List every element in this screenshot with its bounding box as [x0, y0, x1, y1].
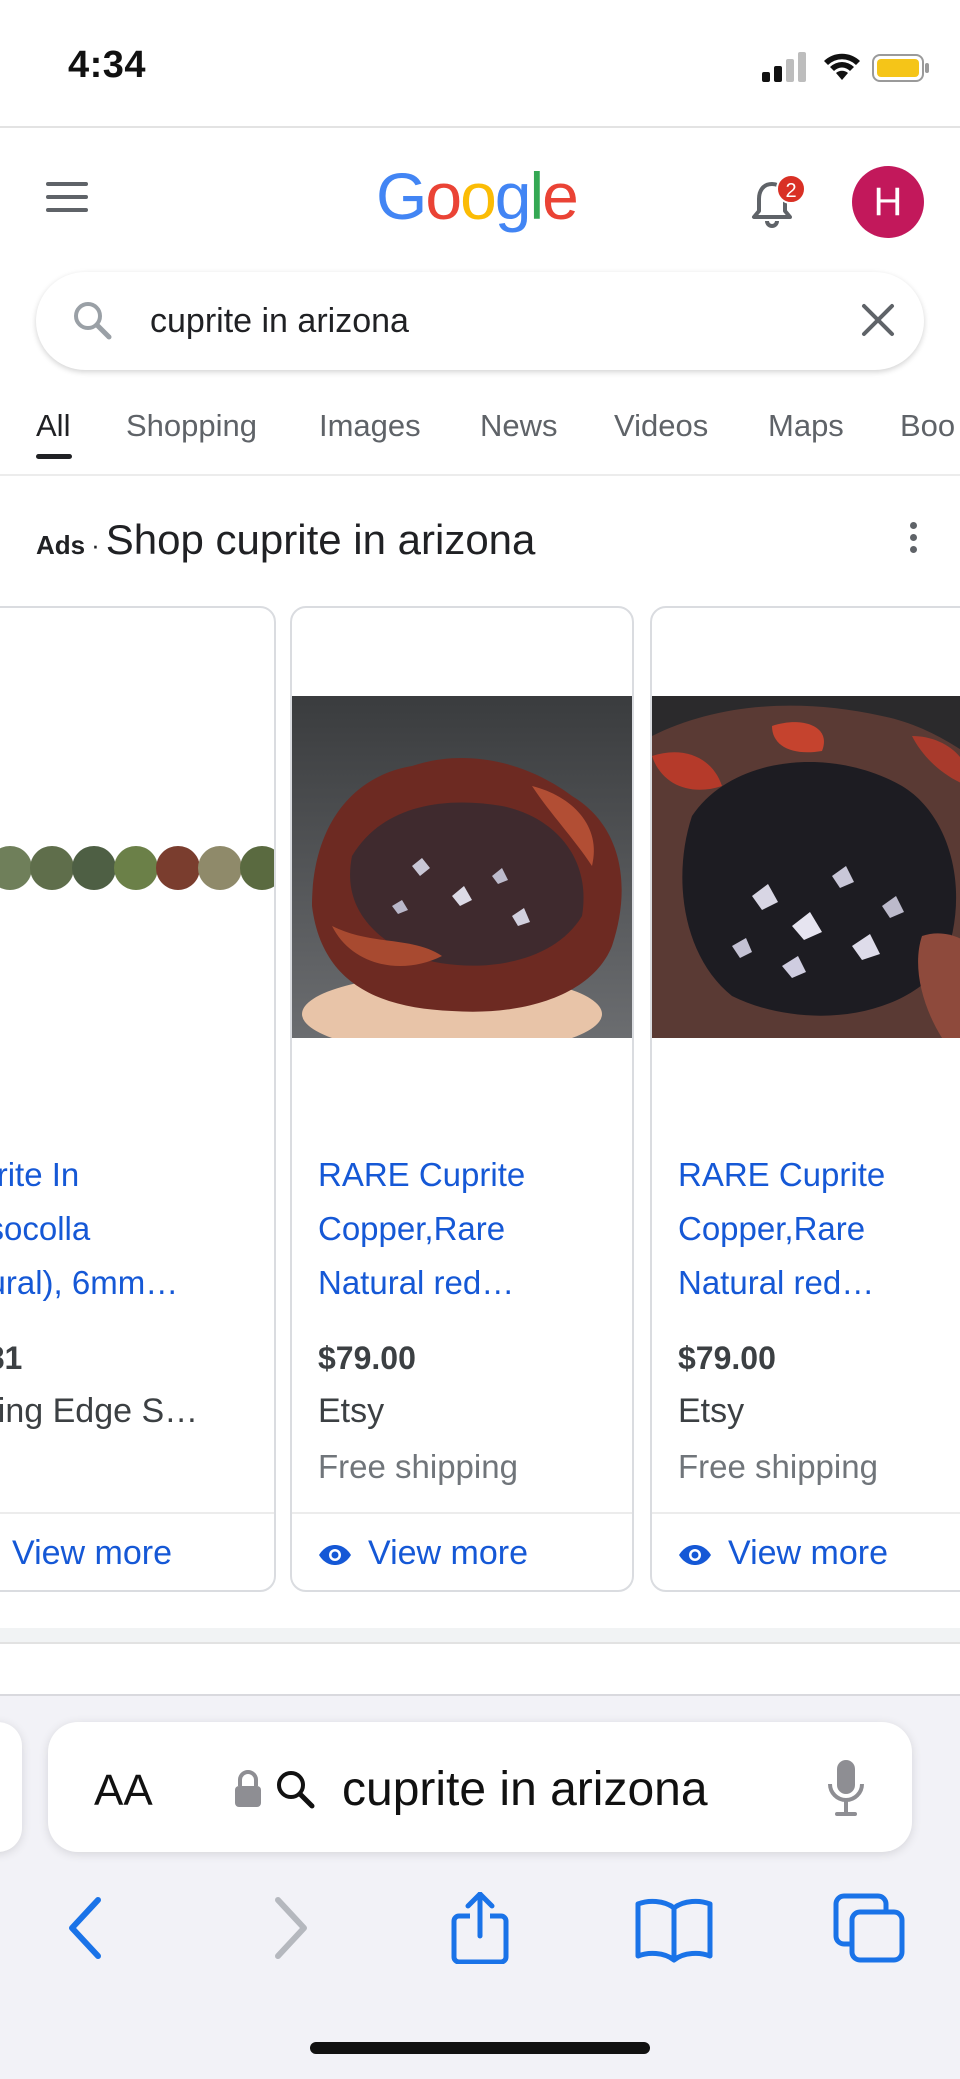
battery-icon — [872, 54, 929, 82]
account-avatar[interactable]: H — [852, 166, 924, 238]
product-image[interactable] — [0, 696, 274, 1038]
product-title-text[interactable]: uprite In rysocolla atural), 6mm… — [0, 1148, 260, 1310]
product-price: $79.00 — [678, 1340, 776, 1376]
card-divider — [292, 1512, 632, 1514]
eye-icon — [319, 1545, 351, 1566]
product-seller: Etsy — [678, 1392, 745, 1430]
view-more-link[interactable]: View more — [12, 1534, 172, 1573]
back-arrow-icon[interactable] — [48, 1892, 128, 1964]
tab-maps[interactable]: Maps — [768, 408, 844, 444]
ads-heading: Shop cuprite in arizona — [105, 516, 536, 563]
tab-images[interactable]: Images — [319, 408, 421, 444]
product-title-text[interactable]: RARE Cuprite Copper,Rare Natural red… — [678, 1148, 960, 1310]
product-shipping: Free shipping — [318, 1448, 518, 1485]
product-title[interactable]: uprite In rysocolla atural), 6mm… — [0, 1148, 260, 1310]
view-more-label[interactable]: View more — [12, 1534, 172, 1572]
more-options-icon[interactable] — [910, 522, 922, 558]
safari-bottom-bar: AA cuprite in arizona — [0, 1694, 960, 2079]
view-more-label[interactable]: View more — [728, 1534, 888, 1572]
home-indicator — [310, 2042, 650, 2054]
view-more-label[interactable]: View more — [368, 1534, 528, 1572]
text-size-label[interactable]: AA — [94, 1766, 153, 1815]
product-title[interactable]: RARE Cuprite Copper,Rare Natural red… — [318, 1148, 618, 1310]
share-icon[interactable] — [440, 1892, 520, 1964]
tab-news[interactable]: News — [480, 408, 558, 444]
view-more-link[interactable]: View more — [678, 1534, 888, 1573]
status-time: 4:34 — [68, 44, 147, 86]
product-title[interactable]: RARE Cuprite Copper,Rare Natural red… — [678, 1148, 960, 1310]
active-tab-indicator — [36, 454, 72, 459]
notification-badge: 2 — [776, 174, 806, 204]
status-bar: 4:34 — [0, 0, 960, 128]
card-divider — [652, 1512, 960, 1514]
product-image[interactable] — [652, 696, 960, 1038]
tab-videos[interactable]: Videos — [614, 408, 708, 444]
bookmarks-icon[interactable] — [634, 1892, 714, 1964]
search-input[interactable]: cuprite in arizona — [150, 302, 409, 341]
cellular-signal-icon — [762, 52, 806, 82]
address-text[interactable]: cuprite in arizona — [342, 1762, 708, 1817]
product-price: 1.81 — [0, 1340, 23, 1376]
search-box[interactable]: cuprite in arizona — [36, 272, 924, 370]
product-seller: utting Edge S… — [0, 1392, 199, 1430]
product-carousel[interactable]: uprite In rysocolla atural), 6mm… 1.81 u… — [0, 606, 960, 1594]
text-size-button[interactable]: AA — [94, 1766, 153, 1816]
product-seller: Etsy — [318, 1392, 385, 1430]
eye-icon — [679, 1545, 711, 1566]
product-price: $79.00 — [318, 1340, 416, 1376]
ads-label: Ads — [36, 530, 86, 560]
address-bar[interactable]: AA cuprite in arizona — [48, 1722, 912, 1852]
product-card[interactable]: RARE Cuprite Copper,Rare Natural red… $7… — [290, 606, 634, 1592]
section-divider — [0, 1628, 960, 1644]
view-more-link[interactable]: View more — [318, 1534, 528, 1573]
product-image[interactable] — [292, 696, 632, 1038]
address-search-icon — [277, 1771, 315, 1809]
search-icon — [74, 302, 112, 340]
lock-icon — [235, 1770, 261, 1807]
ads-header: Ads · Shop cuprite in arizona — [36, 516, 936, 572]
product-title-text[interactable]: RARE Cuprite Copper,Rare Natural red… — [318, 1148, 618, 1310]
product-card[interactable]: uprite In rysocolla atural), 6mm… 1.81 u… — [0, 606, 276, 1592]
search-tabs: All Shopping Images News Videos Maps Boo — [0, 390, 960, 476]
tabs-icon[interactable] — [830, 1892, 910, 1964]
google-header: Google 2 H — [0, 130, 960, 270]
hamburger-menu-icon[interactable] — [46, 182, 90, 214]
tab-all[interactable]: All — [36, 408, 70, 444]
clear-search-icon[interactable] — [858, 300, 898, 340]
previous-tab-pill[interactable] — [0, 1722, 22, 1852]
tab-shopping[interactable]: Shopping — [126, 408, 257, 444]
microphone-icon[interactable] — [826, 1758, 866, 1818]
wifi-icon — [824, 53, 860, 80]
ads-separator: · — [91, 530, 100, 560]
product-shipping: Free shipping — [678, 1448, 878, 1485]
forward-arrow-icon[interactable] — [248, 1892, 328, 1964]
product-card[interactable]: RARE Cuprite Copper,Rare Natural red… $7… — [650, 606, 960, 1592]
tab-books[interactable]: Boo — [900, 408, 955, 444]
google-logo[interactable]: Google — [376, 158, 579, 234]
card-divider — [0, 1512, 274, 1514]
